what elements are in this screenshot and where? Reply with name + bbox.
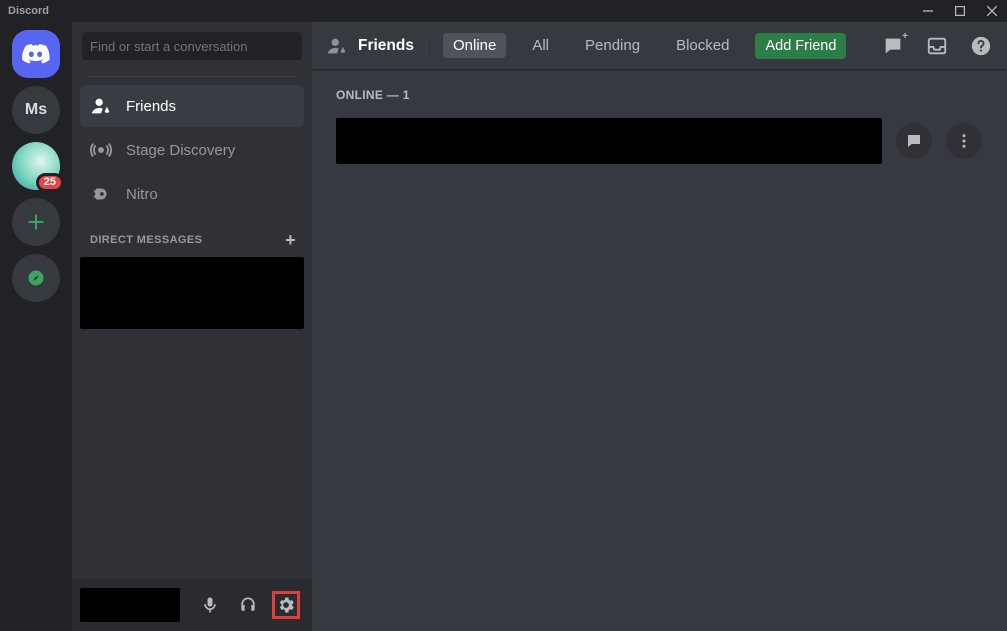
friends-toolbar: Friends Online All Pending Blocked Add F… [312,22,1007,70]
online-section-header: ONLINE — 1 [336,88,983,102]
chat-bubble-icon [882,35,904,57]
discord-logo-icon [22,40,50,68]
tab-blocked[interactable]: Blocked [666,33,739,58]
window-close-button[interactable] [985,4,999,18]
sidebar-item-label: Stage Discovery [126,142,235,159]
compass-icon [26,268,46,288]
user-settings-button[interactable] [272,591,300,619]
toolbar-title-group: Friends [326,35,427,57]
gear-icon [276,595,296,615]
nitro-icon [90,183,112,205]
server-mention-badge: 25 [36,173,64,192]
friends-tabs: Online All Pending Blocked Add Friend [443,33,846,59]
server-item-letter[interactable]: Ms [12,86,60,134]
dm-section-header: DIRECT MESSAGES + [72,215,312,255]
friends-wave-icon [326,35,348,57]
main-panel: Friends Online All Pending Blocked Add F… [312,22,1007,631]
dm-item[interactable] [80,257,304,329]
inbox-button[interactable] [925,34,949,58]
headphones-icon [238,595,258,615]
sidebar-item-nitro[interactable]: Nitro [80,173,304,215]
new-group-dm-button[interactable]: + [881,34,905,58]
friends-content: ONLINE — 1 [312,70,1007,182]
inbox-icon [926,35,948,57]
window-controls [921,4,999,18]
dm-sidebar: Friends Stage Discovery Nitro DIRECT MES… [72,22,312,631]
explore-servers-button[interactable] [12,254,60,302]
add-friend-button[interactable]: Add Friend [755,33,846,59]
server-item-avatar[interactable]: 25 [12,142,60,190]
app-name: Discord [8,5,49,17]
toolbar-title: Friends [358,37,414,55]
plus-badge-icon: + [902,31,908,42]
user-panel [72,579,312,631]
sidebar-item-stage-discovery[interactable]: Stage Discovery [80,129,304,171]
server-rail: Ms 25 [0,22,72,631]
home-button[interactable] [12,30,60,78]
conversation-search[interactable] [82,32,302,60]
dm-section-label: DIRECT MESSAGES [90,234,202,246]
plus-icon [26,212,46,232]
friend-identity-redacted [336,118,882,164]
server-initials: Ms [25,101,47,119]
tab-pending[interactable]: Pending [575,33,650,58]
friend-more-button[interactable] [946,123,982,159]
chat-bubble-icon [905,132,923,150]
conversation-search-input[interactable] [90,39,294,54]
sidebar-item-label: Nitro [126,186,158,203]
message-friend-button[interactable] [896,123,932,159]
window-maximize-button[interactable] [953,4,967,18]
sidebar-item-label: Friends [126,98,176,115]
more-vertical-icon [955,132,973,150]
tab-online[interactable]: Online [443,33,506,58]
user-identity[interactable] [80,588,180,622]
create-dm-button[interactable]: + [285,231,296,249]
sidebar-item-friends[interactable]: Friends [80,85,304,127]
help-icon [970,35,992,57]
add-server-button[interactable] [12,198,60,246]
window-titlebar: Discord [0,0,1007,22]
friends-wave-icon [90,95,112,117]
microphone-icon [200,595,220,615]
window-minimize-button[interactable] [921,4,935,18]
friend-row[interactable] [336,118,983,164]
help-button[interactable] [969,34,993,58]
tab-all[interactable]: All [522,33,559,58]
mute-mic-button[interactable] [196,591,224,619]
divider [88,76,296,77]
stage-icon [90,139,112,161]
deafen-button[interactable] [234,591,262,619]
